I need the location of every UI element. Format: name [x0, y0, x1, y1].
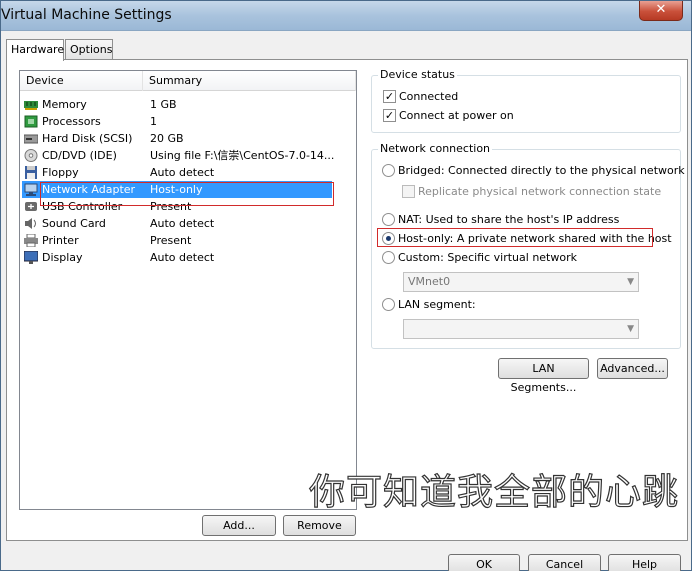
connected-checkbox[interactable]: ✓ [383, 90, 396, 103]
nat-label: NAT: Used to share the host's IP address [398, 213, 620, 226]
floppy-icon [24, 166, 38, 179]
annotation-box-network-adapter [40, 182, 334, 206]
device-summary: 20 GB [150, 132, 184, 145]
device-name: Display [42, 251, 83, 264]
bridged-radio[interactable] [382, 164, 395, 177]
device-summary: Auto detect [150, 166, 215, 179]
device-summary: Present [150, 234, 192, 247]
advanced-button[interactable]: Advanced... [597, 358, 668, 379]
cd-dvd-icon [24, 149, 38, 162]
device-row-printer[interactable]: Printer Present [22, 232, 332, 249]
custom-network-value: VMnet0 [408, 275, 451, 288]
device-summary: 1 GB [150, 98, 177, 111]
lan-segments-button[interactable]: LAN Segments... [498, 358, 589, 394]
device-name: Processors [42, 115, 101, 128]
network-connection-group: Network connection Bridged: Connected di… [371, 142, 685, 349]
device-summary: Auto detect [150, 251, 215, 264]
help-button-label: Help [631, 558, 658, 571]
chevron-down-icon: ▼ [627, 324, 634, 334]
replicate-label: Replicate physical network connection st… [418, 185, 662, 198]
device-row-processors[interactable]: Processors 1 [22, 113, 332, 130]
tab-options[interactable]: Options [65, 39, 113, 60]
memory-icon [24, 98, 38, 111]
hard-disk-icon [23, 132, 39, 145]
ok-button-label: OK [476, 558, 492, 571]
device-row-hard-disk[interactable]: Hard Disk (SCSI) 20 GB [22, 130, 332, 147]
device-name: Printer [42, 234, 79, 247]
device-summary: Auto detect [150, 217, 215, 230]
network-connection-title: Network connection [378, 142, 493, 155]
remove-button[interactable]: Remove [283, 515, 356, 536]
column-device[interactable]: Device [20, 71, 143, 91]
replicate-checkbox[interactable] [402, 185, 415, 198]
lan-segment-select[interactable]: ▼ [403, 319, 639, 339]
title-bar[interactable]: Virtual Machine Settings ✕ [1, 1, 691, 31]
annotation-box-host-only [377, 228, 653, 247]
device-summary: Using file F:\信崇\CentOS-7.0-14... [150, 149, 335, 162]
device-row-display[interactable]: Display Auto detect [22, 249, 332, 266]
connect-at-power-on-checkbox[interactable]: ✓ [383, 109, 396, 122]
ok-button[interactable]: OK [448, 554, 520, 571]
vm-settings-window: Virtual Machine Settings ✕ Hardware Opti… [0, 0, 692, 571]
device-row-cd-dvd[interactable]: CD/DVD (IDE) Using file F:\信崇\CentOS-7.0… [22, 147, 335, 164]
device-row-sound-card[interactable]: Sound Card Auto detect [22, 215, 332, 232]
custom-radio[interactable] [382, 251, 395, 264]
device-row-memory[interactable]: Memory 1 GB [22, 96, 332, 113]
close-button[interactable]: ✕ [639, 1, 683, 21]
device-summary: 1 [150, 115, 157, 128]
device-name: CD/DVD (IDE) [42, 149, 117, 162]
device-name: Memory [42, 98, 87, 111]
device-row-floppy[interactable]: Floppy Auto detect [22, 164, 332, 181]
device-name: Floppy [42, 166, 79, 179]
custom-network-select[interactable]: VMnet0 ▼ [403, 272, 639, 292]
device-name: Sound Card [42, 217, 106, 230]
usb-icon [24, 200, 38, 213]
column-summary[interactable]: Summary [143, 71, 356, 91]
printer-icon [24, 233, 38, 248]
device-status-group: Device status ✓ Connected ✓ Connect at p… [371, 68, 681, 133]
lan-segment-label: LAN segment: [398, 298, 476, 311]
lan-segments-button-label: LAN Segments... [510, 362, 577, 394]
bridged-label: Bridged: Connected directly to the physi… [398, 164, 685, 177]
connected-label: Connected [399, 90, 459, 103]
window-title: Virtual Machine Settings [1, 7, 172, 23]
cancel-button[interactable]: Cancel [528, 554, 601, 571]
add-button[interactable]: Add... [202, 515, 276, 536]
help-button[interactable]: Help [608, 554, 681, 571]
connect-at-power-on-label: Connect at power on [399, 109, 514, 122]
watermark-text: 你可知道我全部的心跳 [308, 471, 680, 513]
nat-radio[interactable] [382, 213, 395, 226]
network-adapter-icon [24, 183, 38, 196]
lan-segment-radio[interactable] [382, 298, 395, 311]
custom-label: Custom: Specific virtual network [398, 251, 577, 264]
remove-button-label: Remove [297, 519, 342, 532]
device-name: Hard Disk (SCSI) [42, 132, 133, 145]
advanced-button-label: Advanced... [600, 362, 665, 375]
cancel-button-label: Cancel [545, 558, 584, 571]
tab-hardware[interactable]: Hardware [6, 39, 64, 61]
display-icon [23, 250, 39, 264]
add-button-label: Add... [223, 519, 255, 532]
device-list[interactable]: Device Summary Memory 1 GB Processors 1 [19, 70, 357, 510]
device-list-header: Device Summary [20, 71, 356, 91]
chevron-down-icon: ▼ [627, 277, 634, 287]
sound-card-icon [24, 217, 38, 230]
processor-icon [24, 115, 38, 128]
device-status-title: Device status [378, 68, 457, 81]
